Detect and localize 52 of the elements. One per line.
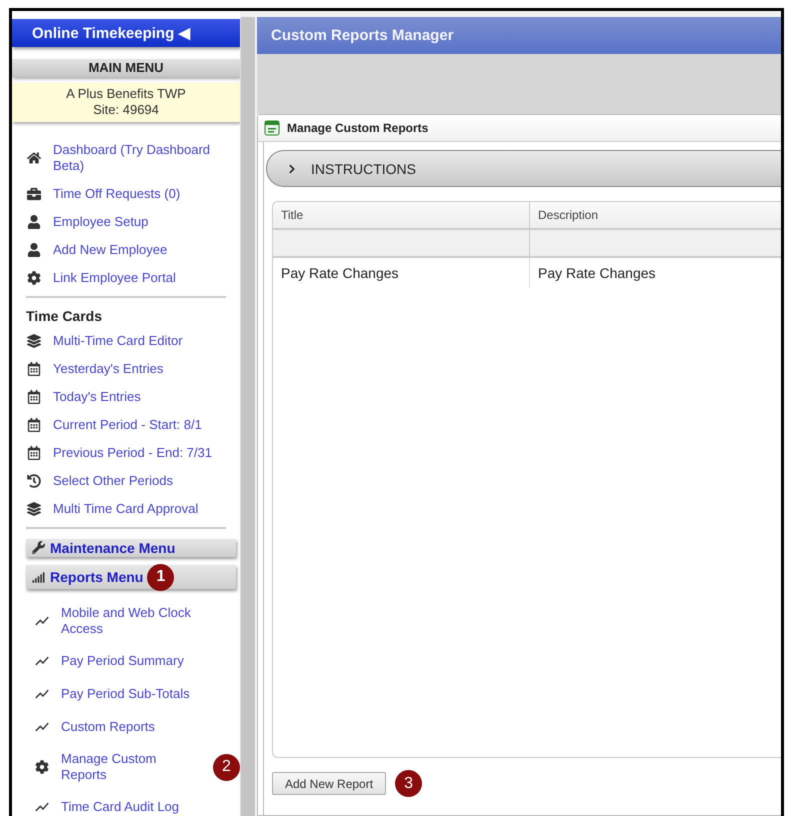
person-icon xyxy=(27,214,41,229)
app-title-bar[interactable]: Online Timekeeping ◀ xyxy=(12,19,240,47)
menu-section-button[interactable]: Maintenance Menu xyxy=(26,538,236,558)
nav-link[interactable]: Manage Custom Reports 2 xyxy=(12,751,240,784)
step-number-badge: 3 xyxy=(395,770,422,797)
bar-chart-icon xyxy=(32,570,44,584)
nav-link[interactable]: Yesterday's Entries xyxy=(12,360,240,377)
page-title-bar: Custom Reports Manager xyxy=(257,17,781,54)
calendar-icon xyxy=(27,418,41,432)
layers-icon xyxy=(27,502,41,516)
panel-title: Manage Custom Reports xyxy=(287,121,428,135)
nav-link[interactable]: Pay Period Sub-Totals xyxy=(12,685,240,704)
briefcase-icon xyxy=(27,186,41,201)
nav-link[interactable]: Custom Reports xyxy=(12,718,240,736)
nav-link[interactable]: Today's Entries xyxy=(12,388,240,405)
home-icon xyxy=(27,150,41,165)
history-icon xyxy=(27,474,41,488)
calendar-icon xyxy=(27,362,41,376)
person-icon xyxy=(27,242,41,257)
nav-link[interactable]: Link Employee Portal xyxy=(12,270,240,286)
chevron-icon xyxy=(287,164,297,174)
main-menu-header: MAIN MENU xyxy=(12,58,240,77)
column-header[interactable]: Description xyxy=(530,202,781,230)
nav-link[interactable]: Add New Employee xyxy=(12,242,240,258)
table-cell: Pay Rate Changes xyxy=(273,258,530,288)
nav-link[interactable]: Time Off Requests (0) xyxy=(12,186,240,202)
nav-link[interactable]: Multi-Time Card Editor xyxy=(12,332,240,349)
nav-link[interactable]: Multi Time Card Approval xyxy=(12,500,240,517)
calendar-icon xyxy=(27,446,41,460)
nav-link[interactable]: Pay Period Summary xyxy=(12,652,240,670)
table-cell-text: Pay Rate Changes xyxy=(537,264,657,283)
nav-link[interactable]: Time Card Audit Log xyxy=(12,798,240,816)
nav-link[interactable]: Dashboard (Try Dashboard Beta) xyxy=(12,142,240,174)
menu-section-button[interactable]: Reports Menu 1 xyxy=(26,565,236,590)
step-number-badge: 2 xyxy=(213,754,240,781)
layers-icon xyxy=(27,334,41,348)
add-report-button[interactable]: Add New Report xyxy=(272,772,386,795)
nav-link[interactable]: Mobile and Web Clock Access xyxy=(12,605,240,638)
wrench-icon xyxy=(32,541,44,554)
site-info-box: A Plus Benefits TWP Site: 49694 xyxy=(12,82,240,122)
settings-icon xyxy=(35,760,49,774)
nav-link[interactable]: Select Other Periods xyxy=(12,472,240,489)
instructions-toggle[interactable]: INSTRUCTIONS xyxy=(266,150,781,187)
step-number-badge: 1 xyxy=(147,564,174,591)
report-icon xyxy=(264,120,280,136)
nav-link[interactable]: Previous Period - End: 7/31 xyxy=(12,444,240,461)
nav-link[interactable]: Current Period - Start: 8/1 xyxy=(12,416,240,433)
settings-icon xyxy=(27,270,41,285)
section-heading: Time Cards xyxy=(25,308,103,324)
nav-link[interactable]: Employee Setup xyxy=(12,214,240,230)
calendar-icon xyxy=(27,390,41,404)
column-header[interactable]: Title xyxy=(273,202,530,230)
